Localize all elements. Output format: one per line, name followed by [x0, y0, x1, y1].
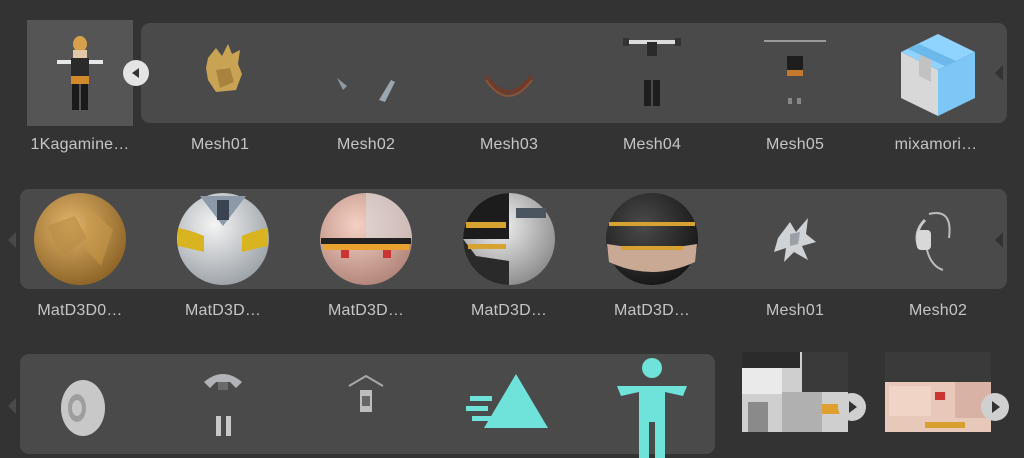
- chevron-left-icon: [132, 68, 139, 78]
- asset-label: Mesh02: [336, 136, 396, 153]
- group-notch: [8, 232, 16, 248]
- avatar-humanoid-icon[interactable]: [599, 352, 705, 458]
- material-sphere-skin[interactable]: [313, 186, 419, 292]
- texture-thumbnail[interactable]: [885, 352, 991, 432]
- asset-tile-mesh02[interactable]: [313, 20, 419, 126]
- group-notch: [8, 398, 16, 414]
- outfit-mesh-thumbnail[interactable]: [170, 352, 276, 458]
- play-icon: [992, 401, 1000, 413]
- asset-label: MatD3D…: [184, 302, 262, 319]
- accessory-mesh-thumbnail: [337, 78, 395, 102]
- asset-tile-character[interactable]: [27, 20, 133, 126]
- collapse-prefab-button[interactable]: [123, 60, 149, 86]
- asset-label: MatD3D…: [327, 302, 405, 319]
- collar-mesh-thumbnail: [484, 74, 534, 97]
- group-notch: [995, 65, 1003, 81]
- play-icon: [849, 401, 857, 413]
- asset-label: Mesh03: [479, 136, 539, 153]
- asset-label: mixamori…: [894, 136, 978, 153]
- accessory-mesh-thumbnail[interactable]: [313, 352, 419, 458]
- hair-mesh-thumbnail[interactable]: [742, 186, 848, 292]
- head-mesh-thumbnail[interactable]: [27, 352, 133, 458]
- prefab-box-icon: [901, 34, 975, 116]
- asset-label: MatD3D0…: [37, 302, 123, 319]
- asset-label: Mesh01: [765, 302, 825, 319]
- outfit-mesh-thumbnail: [764, 40, 826, 104]
- asset-tile-mesh03[interactable]: [456, 20, 562, 126]
- body-mesh-thumbnail: [623, 38, 681, 106]
- material-sphere-yellow-white[interactable]: [170, 186, 276, 292]
- headphone-mesh-thumbnail[interactable]: [885, 186, 991, 292]
- asset-label: MatD3D…: [470, 302, 548, 319]
- material-sphere-black-white[interactable]: [456, 186, 562, 292]
- hair-mesh-thumbnail: [206, 44, 242, 92]
- asset-label: 1Kagamine…: [30, 136, 130, 153]
- group-notch: [995, 232, 1003, 248]
- asset-label: Mesh05: [765, 136, 825, 153]
- material-sphere-hair[interactable]: [27, 186, 133, 292]
- asset-label: Mesh01: [190, 136, 250, 153]
- asset-tile-mesh05[interactable]: [742, 20, 848, 126]
- asset-tile-mesh04[interactable]: [599, 20, 705, 126]
- animation-clip-icon[interactable]: [456, 352, 562, 458]
- asset-label: Mesh04: [622, 136, 682, 153]
- texture-thumbnail[interactable]: [742, 352, 848, 432]
- play-button[interactable]: [981, 393, 1009, 421]
- asset-tile-mesh01[interactable]: [170, 20, 276, 126]
- asset-label: Mesh02: [908, 302, 968, 319]
- character-rig-thumbnail: [57, 36, 103, 110]
- material-sphere-dark[interactable]: [599, 186, 705, 292]
- asset-tile-prefab[interactable]: [885, 20, 991, 126]
- play-button[interactable]: [838, 393, 866, 421]
- asset-label: MatD3D…: [613, 302, 691, 319]
